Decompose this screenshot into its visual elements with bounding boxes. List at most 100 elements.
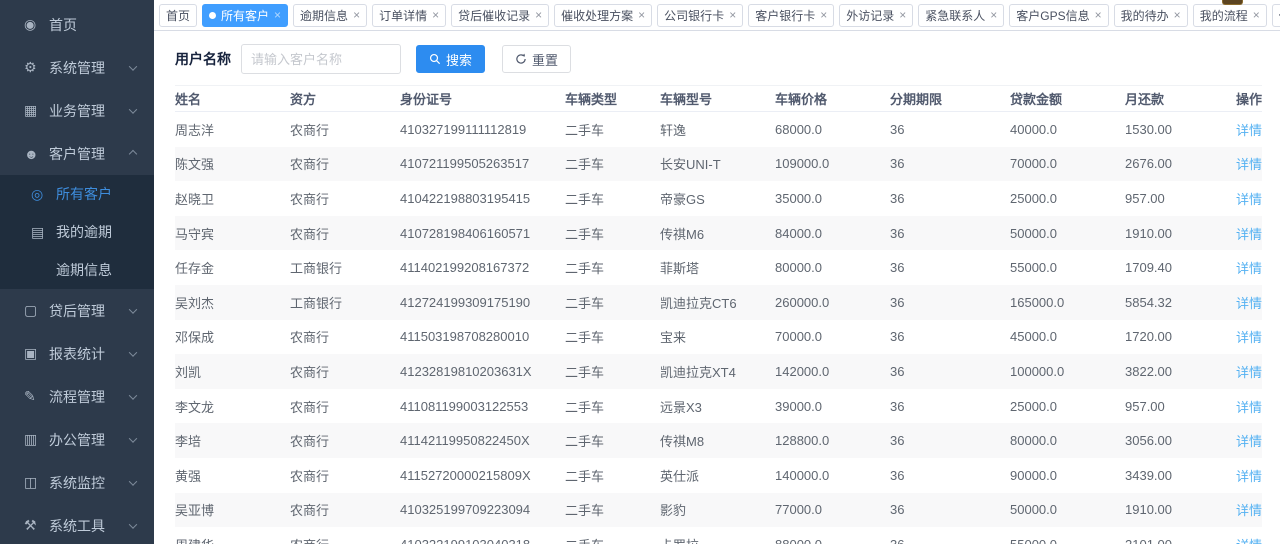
table-cell: 卡罗拉 <box>660 535 775 544</box>
tab-2[interactable]: 逾期信息× <box>293 4 367 27</box>
all-customers-icon: ◎ <box>31 186 56 203</box>
table-cell: 农商行 <box>290 224 400 243</box>
table-cell: 109000.0 <box>775 156 890 171</box>
table-cell: 36 <box>890 295 1010 310</box>
tab-close-icon[interactable]: × <box>899 9 906 21</box>
tab-11[interactable]: 我的待办× <box>1114 4 1188 27</box>
sidebar-item-home[interactable]: ◉首页 <box>0 3 154 46</box>
tab-6[interactable]: 公司银行卡× <box>657 4 743 27</box>
table-cell: 远景X3 <box>660 397 775 416</box>
table-cell: 2676.00 <box>1125 156 1225 171</box>
table-cell: 50000.0 <box>1010 226 1125 241</box>
sidebar-item-business-mgmt[interactable]: ▦业务管理 <box>0 89 154 132</box>
tab-label: 客户银行卡 <box>755 7 815 24</box>
tab-0[interactable]: 首页 <box>159 4 197 27</box>
table-cell: 周建华 <box>175 535 290 544</box>
table-cell: 农商行 <box>290 431 400 450</box>
tab-4[interactable]: 贷后催收记录× <box>451 4 549 27</box>
detail-link[interactable]: 详情 <box>1236 469 1262 484</box>
detail-link[interactable]: 详情 <box>1236 434 1262 449</box>
tab-close-icon[interactable]: × <box>1095 9 1102 21</box>
sidebar: ◉首页⚙系统管理▦业务管理☻客户管理◎所有客户▤我的逾期逾期信息 ▢贷后管理▣报表… <box>0 0 154 544</box>
tab-close-icon[interactable]: × <box>432 9 439 21</box>
tab-13[interactable]: 代签任务× <box>1272 4 1280 27</box>
tab-close-icon[interactable]: × <box>820 9 827 21</box>
table-cell: 70000.0 <box>775 329 890 344</box>
detail-link[interactable]: 详情 <box>1236 400 1262 415</box>
table-cell: 1720.00 <box>1125 329 1225 344</box>
tab-close-icon[interactable]: × <box>1253 9 1260 21</box>
sidebar-item-system-tools[interactable]: ⚒系统工具 <box>0 504 154 544</box>
table-cell: 36 <box>890 502 1010 517</box>
search-button-label: 搜索 <box>446 50 472 69</box>
sidebar-item-process-mgmt[interactable]: ✎流程管理 <box>0 375 154 418</box>
tab-close-icon[interactable]: × <box>1174 9 1181 21</box>
tab-10[interactable]: 客户GPS信息× <box>1009 4 1108 27</box>
table-cell: 传祺M8 <box>660 431 775 450</box>
sidebar-item-all-customers[interactable]: ◎所有客户 <box>0 175 154 213</box>
detail-link[interactable]: 详情 <box>1236 192 1262 207</box>
detail-link[interactable]: 详情 <box>1236 330 1262 345</box>
column-header: 贷款金额 <box>1010 89 1125 108</box>
sidebar-item-label: 系统管理 <box>49 58 130 78</box>
detail-link[interactable]: 详情 <box>1236 296 1262 311</box>
tab-5[interactable]: 催收处理方案× <box>554 4 652 27</box>
detail-link[interactable]: 详情 <box>1236 123 1262 138</box>
tab-7[interactable]: 客户银行卡 × <box>748 4 834 27</box>
tab-close-icon[interactable]: × <box>638 9 645 21</box>
reset-button-label: 重置 <box>532 50 558 69</box>
table-row: 马守宾农商行410728198406160571二手车传祺M684000.036… <box>175 216 1262 251</box>
table-cell: 165000.0 <box>1010 295 1125 310</box>
tab-label: 外访记录 <box>846 7 894 24</box>
tab-8[interactable]: 外访记录 × <box>839 4 913 27</box>
table-cell: 二手车 <box>565 362 660 381</box>
sidebar-item-overdue-info[interactable]: 逾期信息 <box>0 251 154 289</box>
table-cell: 36 <box>890 260 1010 275</box>
table-row: 陈文强农商行410721199505263517二手车长安UNI-T109000… <box>175 147 1262 182</box>
table-cell: 36 <box>890 537 1010 544</box>
sidebar-item-postloan-mgmt[interactable]: ▢贷后管理 <box>0 289 154 332</box>
tab-close-icon[interactable]: × <box>535 9 542 21</box>
table-cell: 50000.0 <box>1010 502 1125 517</box>
sidebar-item-my-overdue[interactable]: ▤我的逾期 <box>0 213 154 251</box>
table-row: 赵晓卫农商行410422198803195415二手车帝豪GS35000.036… <box>175 181 1262 216</box>
tab-close-icon[interactable]: × <box>353 9 360 21</box>
tab-9[interactable]: 紧急联系人× <box>918 4 1004 27</box>
detail-link[interactable]: 详情 <box>1236 365 1262 380</box>
sidebar-item-system-monitor[interactable]: ◫系统监控 <box>0 461 154 504</box>
reset-button[interactable]: 重置 <box>502 45 571 73</box>
action-cell: 详情 <box>1225 120 1262 139</box>
tab-close-icon[interactable]: × <box>274 9 281 21</box>
detail-link[interactable]: 详情 <box>1236 503 1262 518</box>
tab-close-icon[interactable]: × <box>990 9 997 21</box>
tab-12[interactable]: 我的流程× <box>1193 4 1267 27</box>
search-button[interactable]: 搜索 <box>416 45 485 73</box>
sidebar-item-report-stats[interactable]: ▣报表统计 <box>0 332 154 375</box>
table-cell: 二手车 <box>565 397 660 416</box>
table-cell: 36 <box>890 364 1010 379</box>
sidebar-item-customer-mgmt[interactable]: ☻客户管理 <box>0 132 154 175</box>
table-cell: 二手车 <box>565 224 660 243</box>
detail-link[interactable]: 详情 <box>1236 538 1262 544</box>
sidebar-item-office-mgmt[interactable]: ▥办公管理 <box>0 418 154 461</box>
sidebar-item-system-mgmt[interactable]: ⚙系统管理 <box>0 46 154 89</box>
table-cell: 工商银行 <box>290 258 400 277</box>
detail-link[interactable]: 详情 <box>1236 261 1262 276</box>
table-cell: 李培 <box>175 431 290 450</box>
table-cell: 农商行 <box>290 500 400 519</box>
tab-label: 首页 <box>166 7 190 24</box>
table-cell: 68000.0 <box>775 122 890 137</box>
detail-link[interactable]: 详情 <box>1236 227 1262 242</box>
detail-link[interactable]: 详情 <box>1236 157 1262 172</box>
tab-3[interactable]: 订单详情× <box>372 4 446 27</box>
sidebar-item-label: 逾期信息 <box>56 260 144 280</box>
sidebar-item-label: 报表统计 <box>49 344 130 364</box>
table-cell: 3822.00 <box>1125 364 1225 379</box>
process-icon: ✎ <box>24 388 49 405</box>
tab-close-icon[interactable]: × <box>729 9 736 21</box>
table-cell: 英仕派 <box>660 466 775 485</box>
table-cell: 长安UNI-T <box>660 154 775 173</box>
column-header: 车辆价格 <box>775 89 890 108</box>
search-input[interactable] <box>241 44 401 74</box>
tab-1[interactable]: 所有客户× <box>202 4 288 27</box>
